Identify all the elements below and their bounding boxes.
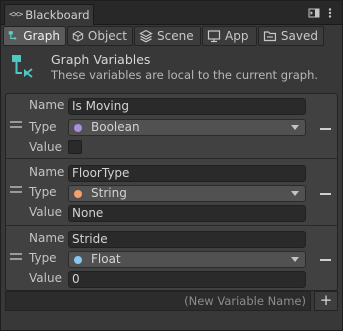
- type-color-dot: [74, 189, 82, 198]
- variable-type-dropdown[interactable]: Float: [68, 251, 306, 268]
- tab-saved-label: Saved: [280, 29, 318, 43]
- value-label: Value: [29, 271, 62, 285]
- scene-icon: [139, 29, 153, 43]
- remove-variable-icon[interactable]: [320, 259, 331, 261]
- window-title: Blackboard: [25, 8, 90, 22]
- name-label: Name: [29, 231, 65, 245]
- drag-handle-icon[interactable]: [10, 186, 22, 193]
- chevron-down-icon: [291, 191, 299, 196]
- variable-value-checkbox[interactable]: [68, 140, 82, 154]
- name-label: Name: [29, 98, 65, 112]
- folder-icon: [263, 31, 277, 42]
- header-title: Graph Variables: [51, 52, 151, 67]
- app-icon: [207, 30, 221, 43]
- tab-graph[interactable]: Graph: [3, 26, 66, 46]
- variable-list: Name Is Moving Type Boolean Value Name F…: [5, 93, 338, 291]
- tab-saved[interactable]: Saved: [258, 26, 324, 46]
- type-color-dot: [74, 123, 82, 132]
- variable-type-value: String: [91, 186, 127, 200]
- cube-icon: [72, 30, 84, 42]
- window-tab[interactable]: <×> Blackboard: [4, 4, 94, 25]
- variable-item: Name Is Moving Type Boolean Value: [6, 94, 337, 157]
- tab-app[interactable]: App: [202, 26, 257, 46]
- variable-type-dropdown[interactable]: String: [68, 185, 306, 202]
- type-label: Type: [29, 120, 57, 134]
- kebab-menu-icon[interactable]: [324, 7, 336, 19]
- variable-type-value: Float: [91, 252, 121, 266]
- variable-name-field[interactable]: Is Moving: [68, 98, 306, 115]
- drag-handle-icon[interactable]: [10, 253, 22, 260]
- remove-variable-icon[interactable]: [320, 128, 331, 130]
- variable-type-dropdown[interactable]: Boolean: [68, 119, 306, 136]
- drag-handle-icon[interactable]: [10, 121, 22, 128]
- tab-scene-label: Scene: [157, 29, 194, 43]
- blackboard-icon: <×>: [9, 10, 23, 20]
- value-label: Value: [29, 205, 62, 219]
- tab-graph-label: Graph: [23, 29, 60, 43]
- panel-toggle-icon[interactable]: [308, 7, 320, 19]
- tab-object-label: Object: [87, 29, 127, 43]
- variable-name-field[interactable]: Stride: [68, 231, 306, 248]
- name-label: Name: [29, 165, 65, 179]
- graph-icon: [8, 31, 17, 40]
- type-color-dot: [74, 255, 82, 264]
- blackboard-window: <×> Blackboard Graph Object Scene App Sa…: [0, 0, 343, 331]
- title-bar: <×> Blackboard: [1, 1, 342, 25]
- type-label: Type: [29, 185, 57, 199]
- type-label: Type: [29, 251, 57, 265]
- add-variable-footer: (New Variable Name) +: [5, 291, 338, 311]
- variable-value-field[interactable]: 0: [68, 271, 306, 288]
- value-label: Value: [29, 140, 62, 154]
- scope-tabs: Graph Object Scene App Saved: [3, 26, 340, 46]
- tab-scene[interactable]: Scene: [134, 26, 201, 46]
- variable-type-value: Boolean: [91, 120, 140, 134]
- variable-item: Name Stride Type Float Value 0: [6, 225, 337, 288]
- variable-value-field[interactable]: None: [68, 205, 306, 222]
- remove-variable-icon[interactable]: [320, 193, 331, 195]
- tab-object[interactable]: Object: [67, 26, 133, 46]
- variable-item: Name FloorType Type String Value None: [6, 158, 337, 222]
- graph-variables-icon: [12, 55, 33, 78]
- variable-name-field[interactable]: FloorType: [68, 165, 306, 182]
- chevron-down-icon: [291, 125, 299, 130]
- add-variable-button[interactable]: +: [314, 291, 338, 311]
- chevron-down-icon: [291, 257, 299, 262]
- header-subtitle: These variables are local to the current…: [51, 68, 319, 82]
- new-variable-name-input[interactable]: (New Variable Name): [5, 291, 311, 311]
- graph-variables-header: Graph Variables These variables are loca…: [7, 51, 337, 89]
- tab-app-label: App: [225, 29, 249, 43]
